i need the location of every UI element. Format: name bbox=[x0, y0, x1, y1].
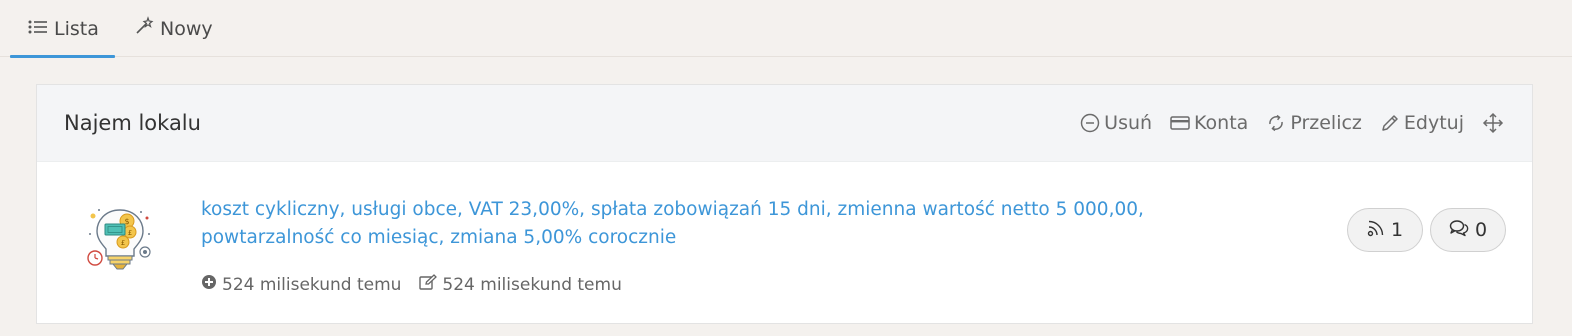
move-icon bbox=[1482, 112, 1504, 134]
created-time: 524 milisekund temu bbox=[222, 274, 402, 295]
record-card: Najem lokalu Usuń Konta Przelicz Edytuj … bbox=[36, 84, 1533, 324]
tab-lista-label: Lista bbox=[54, 17, 99, 40]
card-actions: Usuń Konta Przelicz Edytuj bbox=[1080, 112, 1504, 134]
minus-circle-icon bbox=[1080, 113, 1100, 133]
item-description-link[interactable]: koszt cykliczny, usługi obce, VAT 23,00%… bbox=[201, 196, 1281, 252]
refresh-icon bbox=[1266, 113, 1286, 133]
rss-button[interactable]: 1 bbox=[1347, 208, 1423, 252]
plus-circle-icon bbox=[201, 274, 217, 295]
rss-icon bbox=[1367, 219, 1385, 242]
pencil-icon bbox=[1380, 113, 1400, 133]
svg-text:£: £ bbox=[128, 229, 132, 237]
comments-button[interactable]: 0 bbox=[1430, 208, 1506, 252]
svg-text:£: £ bbox=[121, 239, 125, 247]
modified-info: 524 milisekund temu bbox=[419, 274, 622, 295]
comments-icon bbox=[1449, 219, 1469, 242]
recalculate-label: Przelicz bbox=[1290, 112, 1362, 134]
tab-nowy[interactable]: Nowy bbox=[134, 0, 213, 57]
list-icon bbox=[28, 18, 48, 40]
tab-bar: Lista Nowy bbox=[0, 0, 1572, 58]
item-meta: 524 milisekund temu 524 milisekund temu bbox=[201, 274, 622, 295]
card-title: Najem lokalu bbox=[64, 111, 201, 135]
edit-label: Edytuj bbox=[1403, 112, 1464, 134]
edit-button[interactable]: Edytuj bbox=[1380, 112, 1464, 134]
credit-card-icon bbox=[1170, 115, 1190, 131]
accounts-label: Konta bbox=[1194, 112, 1249, 134]
created-info: 524 milisekund temu bbox=[201, 274, 401, 295]
recalculate-button[interactable]: Przelicz bbox=[1266, 112, 1362, 134]
card-header: Najem lokalu Usuń Konta Przelicz Edytuj bbox=[37, 85, 1532, 162]
tab-nowy-label: Nowy bbox=[160, 17, 213, 40]
card-body: $ £ £ koszt cykliczny, usługi obce, VAT … bbox=[37, 162, 1532, 325]
tab-lista[interactable]: Lista bbox=[10, 0, 115, 58]
idea-bulb-money-icon: $ £ £ bbox=[85, 204, 155, 276]
move-handle[interactable] bbox=[1482, 112, 1504, 134]
magic-wand-icon bbox=[134, 16, 154, 41]
rss-count: 1 bbox=[1390, 219, 1404, 241]
comments-count: 0 bbox=[1474, 219, 1488, 241]
accounts-button[interactable]: Konta bbox=[1170, 112, 1248, 134]
edit-square-icon bbox=[419, 274, 438, 295]
delete-button[interactable]: Usuń bbox=[1080, 112, 1152, 134]
delete-label: Usuń bbox=[1104, 112, 1153, 134]
modified-time: 524 milisekund temu bbox=[442, 274, 622, 295]
